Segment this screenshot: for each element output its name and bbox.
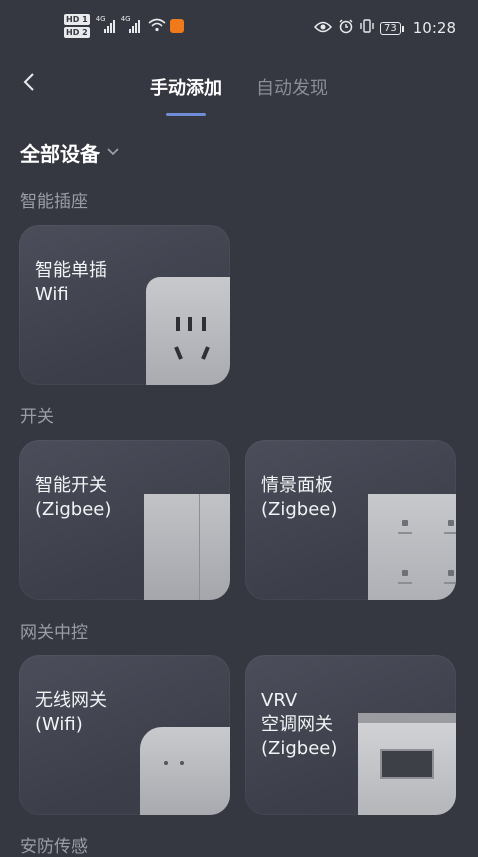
gateway-image <box>140 727 230 815</box>
eye-icon <box>314 19 333 37</box>
device-card-label: VRV 空调网关 (Zigbee) <box>261 690 338 759</box>
tab-auto-discover[interactable]: 自动发现 <box>256 74 328 100</box>
tab-manual-add[interactable]: 手动添加 <box>150 74 222 100</box>
app-notification-icon <box>169 19 184 33</box>
socket-image <box>146 277 230 385</box>
device-card-label: 无线网关 (Wifi) <box>35 690 107 735</box>
device-card-vrv-gateway[interactable]: VRV 空调网关 (Zigbee) <box>245 655 456 815</box>
hd-icon: HD 1 HD 2 <box>64 14 90 38</box>
active-tab-indicator <box>166 113 206 116</box>
device-card-label: 情景面板 (Zigbee) <box>261 475 338 520</box>
vibrate-icon <box>360 18 374 38</box>
device-card-smart-plug[interactable]: 智能单插 Wifi <box>19 225 230 385</box>
chevron-left-icon[interactable] <box>22 70 36 101</box>
scene-panel-image <box>368 494 456 600</box>
filter-label: 全部设备 <box>20 142 100 166</box>
device-card-smart-switch[interactable]: 智能开关 (Zigbee) <box>19 440 230 600</box>
alarm-icon <box>338 18 354 38</box>
device-filter-dropdown[interactable]: 全部设备 <box>20 138 120 167</box>
device-card-label: 智能单插 Wifi <box>35 260 107 305</box>
section-title: 开关 <box>20 407 54 427</box>
switch-image <box>144 494 230 600</box>
section-title: 安防传感 <box>20 837 88 857</box>
chevron-down-icon <box>106 145 120 161</box>
battery-icon: 73 <box>380 21 404 35</box>
top-navigation: 手动添加 自动发现 <box>0 60 478 116</box>
signal-4g-icon: 4G <box>96 15 115 33</box>
device-card-label: 智能开关 (Zigbee) <box>35 475 112 520</box>
section-title: 智能插座 <box>20 192 88 212</box>
section-title: 网关中控 <box>20 623 88 643</box>
signal-4g-icon: 4G <box>121 15 140 33</box>
device-card-wireless-gateway[interactable]: 无线网关 (Wifi) <box>19 655 230 815</box>
status-bar: HD 1 HD 2 4G 4G 73 10:28 <box>0 0 478 58</box>
clock: 10:28 <box>412 19 456 37</box>
status-right-icons: 73 10:28 <box>314 18 456 38</box>
wifi-icon <box>148 17 166 36</box>
vrv-gateway-image <box>358 713 456 815</box>
status-left-icons: HD 1 HD 2 4G 4G <box>64 14 184 38</box>
device-card-scene-panel[interactable]: 情景面板 (Zigbee) <box>245 440 456 600</box>
